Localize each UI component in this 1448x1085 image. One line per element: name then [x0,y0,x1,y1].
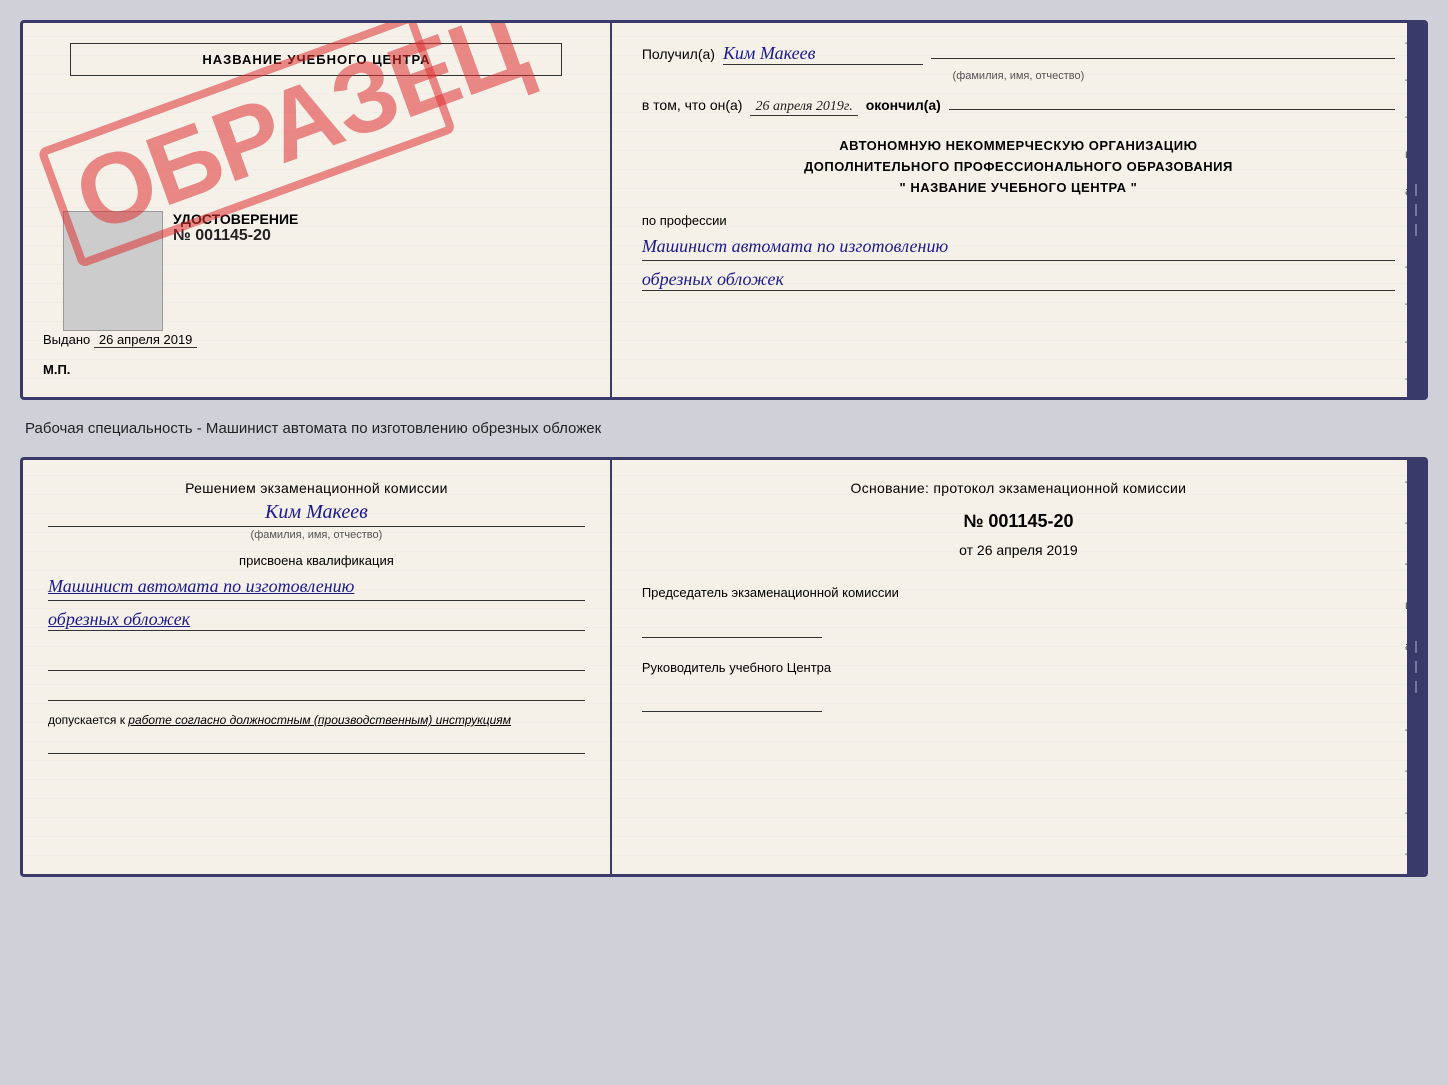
v-tom-row: в том, что он(а) 26 апреля 2019г. окончи… [642,97,1395,116]
ot-label: от [959,542,973,558]
bottom-line-1 [48,734,585,754]
rukovoditel-block: Руководитель учебного Центра [642,658,1395,713]
rukovoditel-label: Руководитель учебного Центра [642,658,1395,678]
org-quote2: " [1131,180,1138,195]
poluchil-row: Получил(а) Ким Макеев [642,43,1395,65]
poluchil-label: Получил(а) [642,46,715,62]
qualification-line2: обрезных обложек [48,609,585,631]
v-tom-label: в том, что он(а) [642,97,743,113]
ot-date: от 26 апреля 2019 [642,542,1395,558]
udostoverenie-number: № 001145-20 [173,227,298,245]
dark-border-tab-bottom [1407,460,1425,874]
org-quote1: " [900,180,907,195]
osnovanie-label: Основание: протокол экзаменационной коми… [642,480,1395,496]
cert-bottom-right: Основание: протокол экзаменационной коми… [612,460,1425,874]
dash-line-2 [949,109,1395,110]
bottom-name: Ким Макеев [48,501,585,524]
prisvoena-label: присвоена квалификация [48,553,585,568]
v-tom-date: 26 апреля 2019г. [750,99,857,116]
vydano-date: 26 апреля 2019 [94,332,198,348]
certificate-top: НАЗВАНИЕ УЧЕБНОГО ЦЕНТРА УДОСТОВЕРЕНИЕ №… [20,20,1428,400]
cert-title-box: НАЗВАНИЕ УЧЕБНОГО ЦЕНТРА [70,43,562,76]
dash-line-1 [931,58,1395,59]
org-line1: АВТОНОМНУЮ НЕКОММЕРЧЕСКУЮ ОРГАНИЗАЦИЮ [642,136,1395,157]
predsedatel-label: Председатель экзаменационной комиссии [642,583,1395,603]
udostoverenie-block: УДОСТОВЕРЕНИЕ № 001145-20 [173,211,298,245]
protokol-number: № 001145-20 [642,511,1395,532]
resheniem-text: Решением экзаменационной комиссии [48,480,585,496]
org-block: АВТОНОМНУЮ НЕКОММЕРЧЕСКУЮ ОРГАНИЗАЦИЮ ДО… [642,136,1395,198]
org-name: НАЗВАНИЕ УЧЕБНОГО ЦЕНТРА [910,180,1126,195]
vydano-line: Выдано 26 апреля 2019 [43,332,197,347]
predsedatel-sign-line [642,608,822,638]
dopuskaetsya-text: допускается к работе согласно должностны… [48,711,585,729]
profession-line2-top: обрезных обложек [642,269,1395,291]
okonchil-label: окончил(а) [866,97,941,113]
blank-line-1 [48,651,585,671]
rukovoditel-sign-line [642,682,822,712]
po-professii-label: по профессии [642,213,1395,228]
ot-date-val: 26 апреля 2019 [977,542,1078,558]
org-name-line: " НАЗВАНИЕ УЧЕБНОГО ЦЕНТРА " [642,178,1395,199]
certificate-bottom: Решением экзаменационной комиссии Ким Ма… [20,457,1428,877]
cert-bottom-left: Решением экзаменационной комиссии Ким Ма… [23,460,612,874]
dopuskaetsya-italic: работе согласно должностным (производств… [128,713,511,727]
famname-label-top: (фамилия, имя, отчество) [642,70,1395,82]
predsedatel-block: Председатель экзаменационной комиссии [642,583,1395,638]
bottom-famname: (фамилия, имя, отчество) [48,526,585,541]
udostoverenie-label: УДОСТОВЕРЕНИЕ [173,211,298,227]
cert-photo [63,211,163,331]
vydano-label: Выдано [43,332,90,347]
dark-border-tab-top [1407,23,1425,397]
cert-top-right: Получил(а) Ким Макеев (фамилия, имя, отч… [612,23,1425,397]
poluchil-name: Ким Макеев [723,43,923,65]
cert-title-text: НАЗВАНИЕ УЧЕБНОГО ЦЕНТРА [202,52,430,67]
specialty-label: Рабочая специальность - Машинист автомат… [20,410,1428,447]
mp-label: М.П. [43,362,70,377]
profession-line1-top: Машинист автомата по изготовлению [642,233,1395,261]
mp-line: М.П. [43,362,70,377]
org-line2: ДОПОЛНИТЕЛЬНОГО ПРОФЕССИОНАЛЬНОГО ОБРАЗО… [642,157,1395,178]
cert-top-left: НАЗВАНИЕ УЧЕБНОГО ЦЕНТРА УДОСТОВЕРЕНИЕ №… [23,23,612,397]
qualification-line1: Машинист автомата по изготовлению [48,573,585,601]
dopuskaetsya-prefix: допускается к [48,713,125,727]
page-container: НАЗВАНИЕ УЧЕБНОГО ЦЕНТРА УДОСТОВЕРЕНИЕ №… [20,20,1428,877]
blank-line-2 [48,681,585,701]
